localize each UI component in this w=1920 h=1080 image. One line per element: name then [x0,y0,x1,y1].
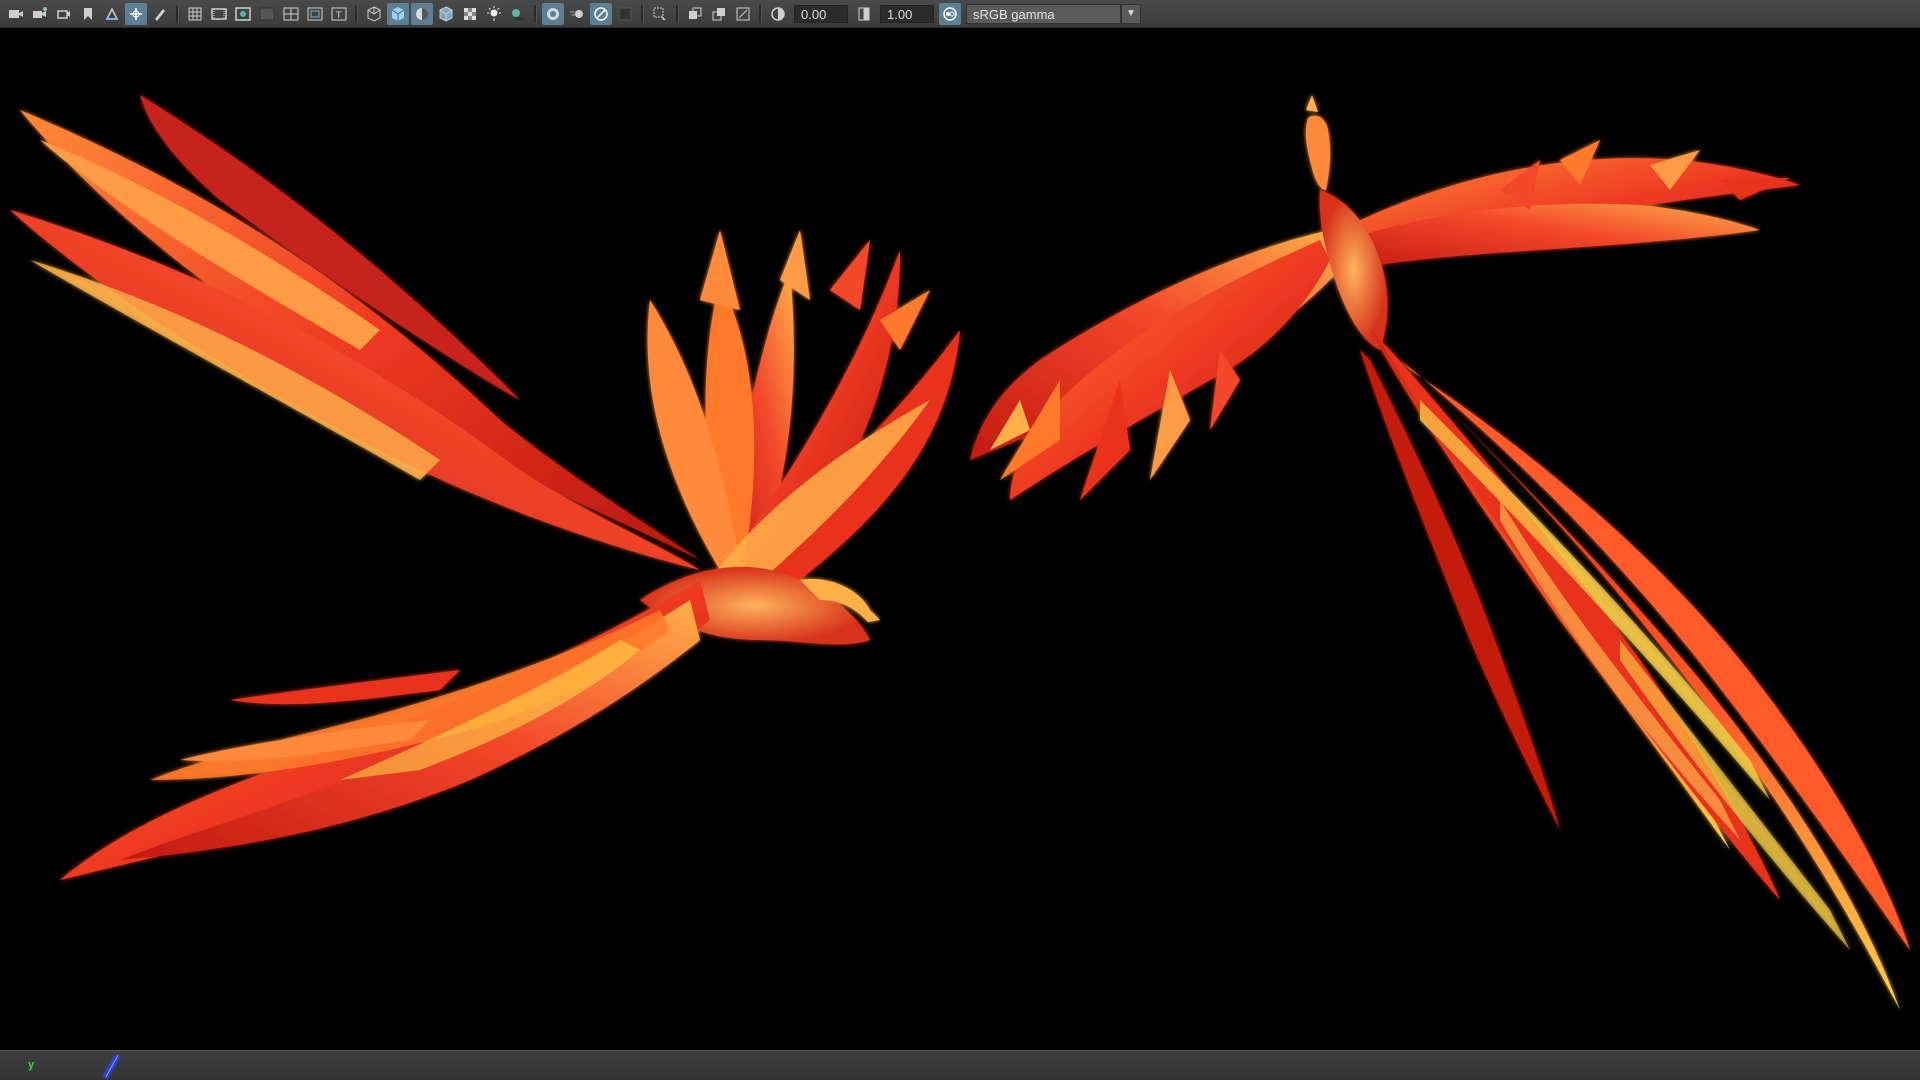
use-all-lights-icon[interactable] [483,3,505,25]
grid-icon[interactable] [184,3,206,25]
phoenix-right [970,95,1910,1010]
bookmark-icon[interactable] [77,3,99,25]
viewport-panel-toolbar: T 0.00 1.00 sRGB gamma ▼ [0,0,1920,28]
gamma-icon[interactable] [853,3,875,25]
2d-pan-zoom-icon[interactable] [125,2,147,25]
toolbar-separator [176,4,179,23]
camera-tools-group [4,2,172,25]
safe-action-icon[interactable] [304,3,326,25]
isolate-xray-group [648,3,672,25]
textured-icon[interactable] [459,3,481,25]
viewport-bottom-bar: y [0,1050,1920,1080]
gate-tools-group: T [183,3,351,25]
image-plane-icon[interactable] [101,3,123,25]
smooth-shade-icon[interactable] [387,2,409,25]
exposure-icon[interactable] [767,3,789,25]
camera-attributes-icon[interactable] [29,3,51,25]
feather-thumbnail-icon [98,1053,128,1079]
3d-viewport[interactable] [0,28,1920,1050]
default-material-icon[interactable] [411,2,433,25]
svg-text:T: T [335,11,342,21]
phoenix-render [10,95,1910,1010]
maya-viewport-window: T 0.00 1.00 sRGB gamma ▼ y [0,0,1920,1080]
resolution-gate-icon[interactable] [232,3,254,25]
safe-title-icon[interactable]: T [328,3,350,25]
toolbar-separator [676,4,679,23]
motion-blur-icon[interactable] [566,3,588,25]
toolbar-separator [355,4,358,23]
chevron-down-icon[interactable]: ▼ [1121,3,1141,24]
camera-icon[interactable] [5,3,27,25]
render-quality-group [541,2,637,25]
gamma-field[interactable]: 1.00 [880,4,934,23]
toolbar-separator [759,4,762,23]
axis-gizmo: y [28,1059,35,1071]
screen-space-ao-icon[interactable] [542,2,564,25]
toolbar-separator [534,4,537,23]
xray-joints-icon[interactable] [732,3,754,25]
bookmark-camera-icon[interactable] [53,3,75,25]
view-transform-select[interactable]: sRGB gamma [966,3,1121,24]
exposure-field[interactable]: 0.00 [794,4,848,23]
shading-tools-group [362,2,530,25]
xray-icon[interactable] [684,3,706,25]
exposure-gamma-group: 0.00 1.00 sRGB gamma ▼ [766,2,1141,25]
xray-active-components-icon[interactable] [708,3,730,25]
phoenix-left [10,95,960,880]
wireframe-icon[interactable] [363,3,385,25]
field-chart-icon[interactable] [280,3,302,25]
toolbar-separator [641,4,644,23]
wireframe-on-shaded-icon[interactable] [435,3,457,25]
grease-pencil-icon[interactable] [149,3,171,25]
isolate-select-icon[interactable] [649,3,671,25]
film-gate-icon[interactable] [208,3,230,25]
depth-of-field-icon[interactable] [614,3,636,25]
multisample-aa-icon[interactable] [590,2,612,25]
shadows-icon[interactable] [507,3,529,25]
color-management-icon[interactable] [939,2,961,25]
gate-mask-icon[interactable] [256,3,278,25]
xray-group [683,3,755,25]
